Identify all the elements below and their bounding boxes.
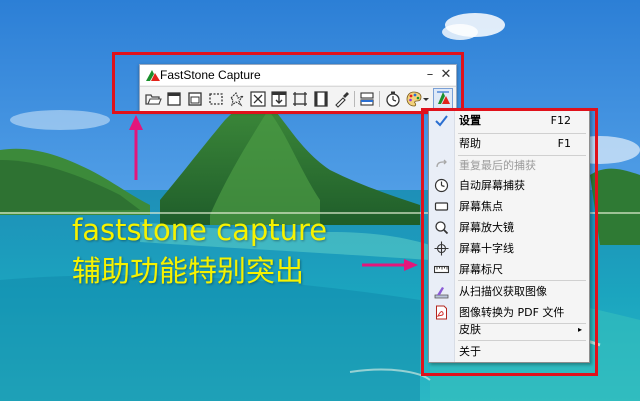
annotation-arrows [129,115,418,271]
caption-line-2: 辅助功能特别突出 [72,254,305,288]
caption-line-1: faststone capture [72,213,328,247]
up-arrow-icon [129,115,143,180]
right-arrow-icon [362,259,418,271]
